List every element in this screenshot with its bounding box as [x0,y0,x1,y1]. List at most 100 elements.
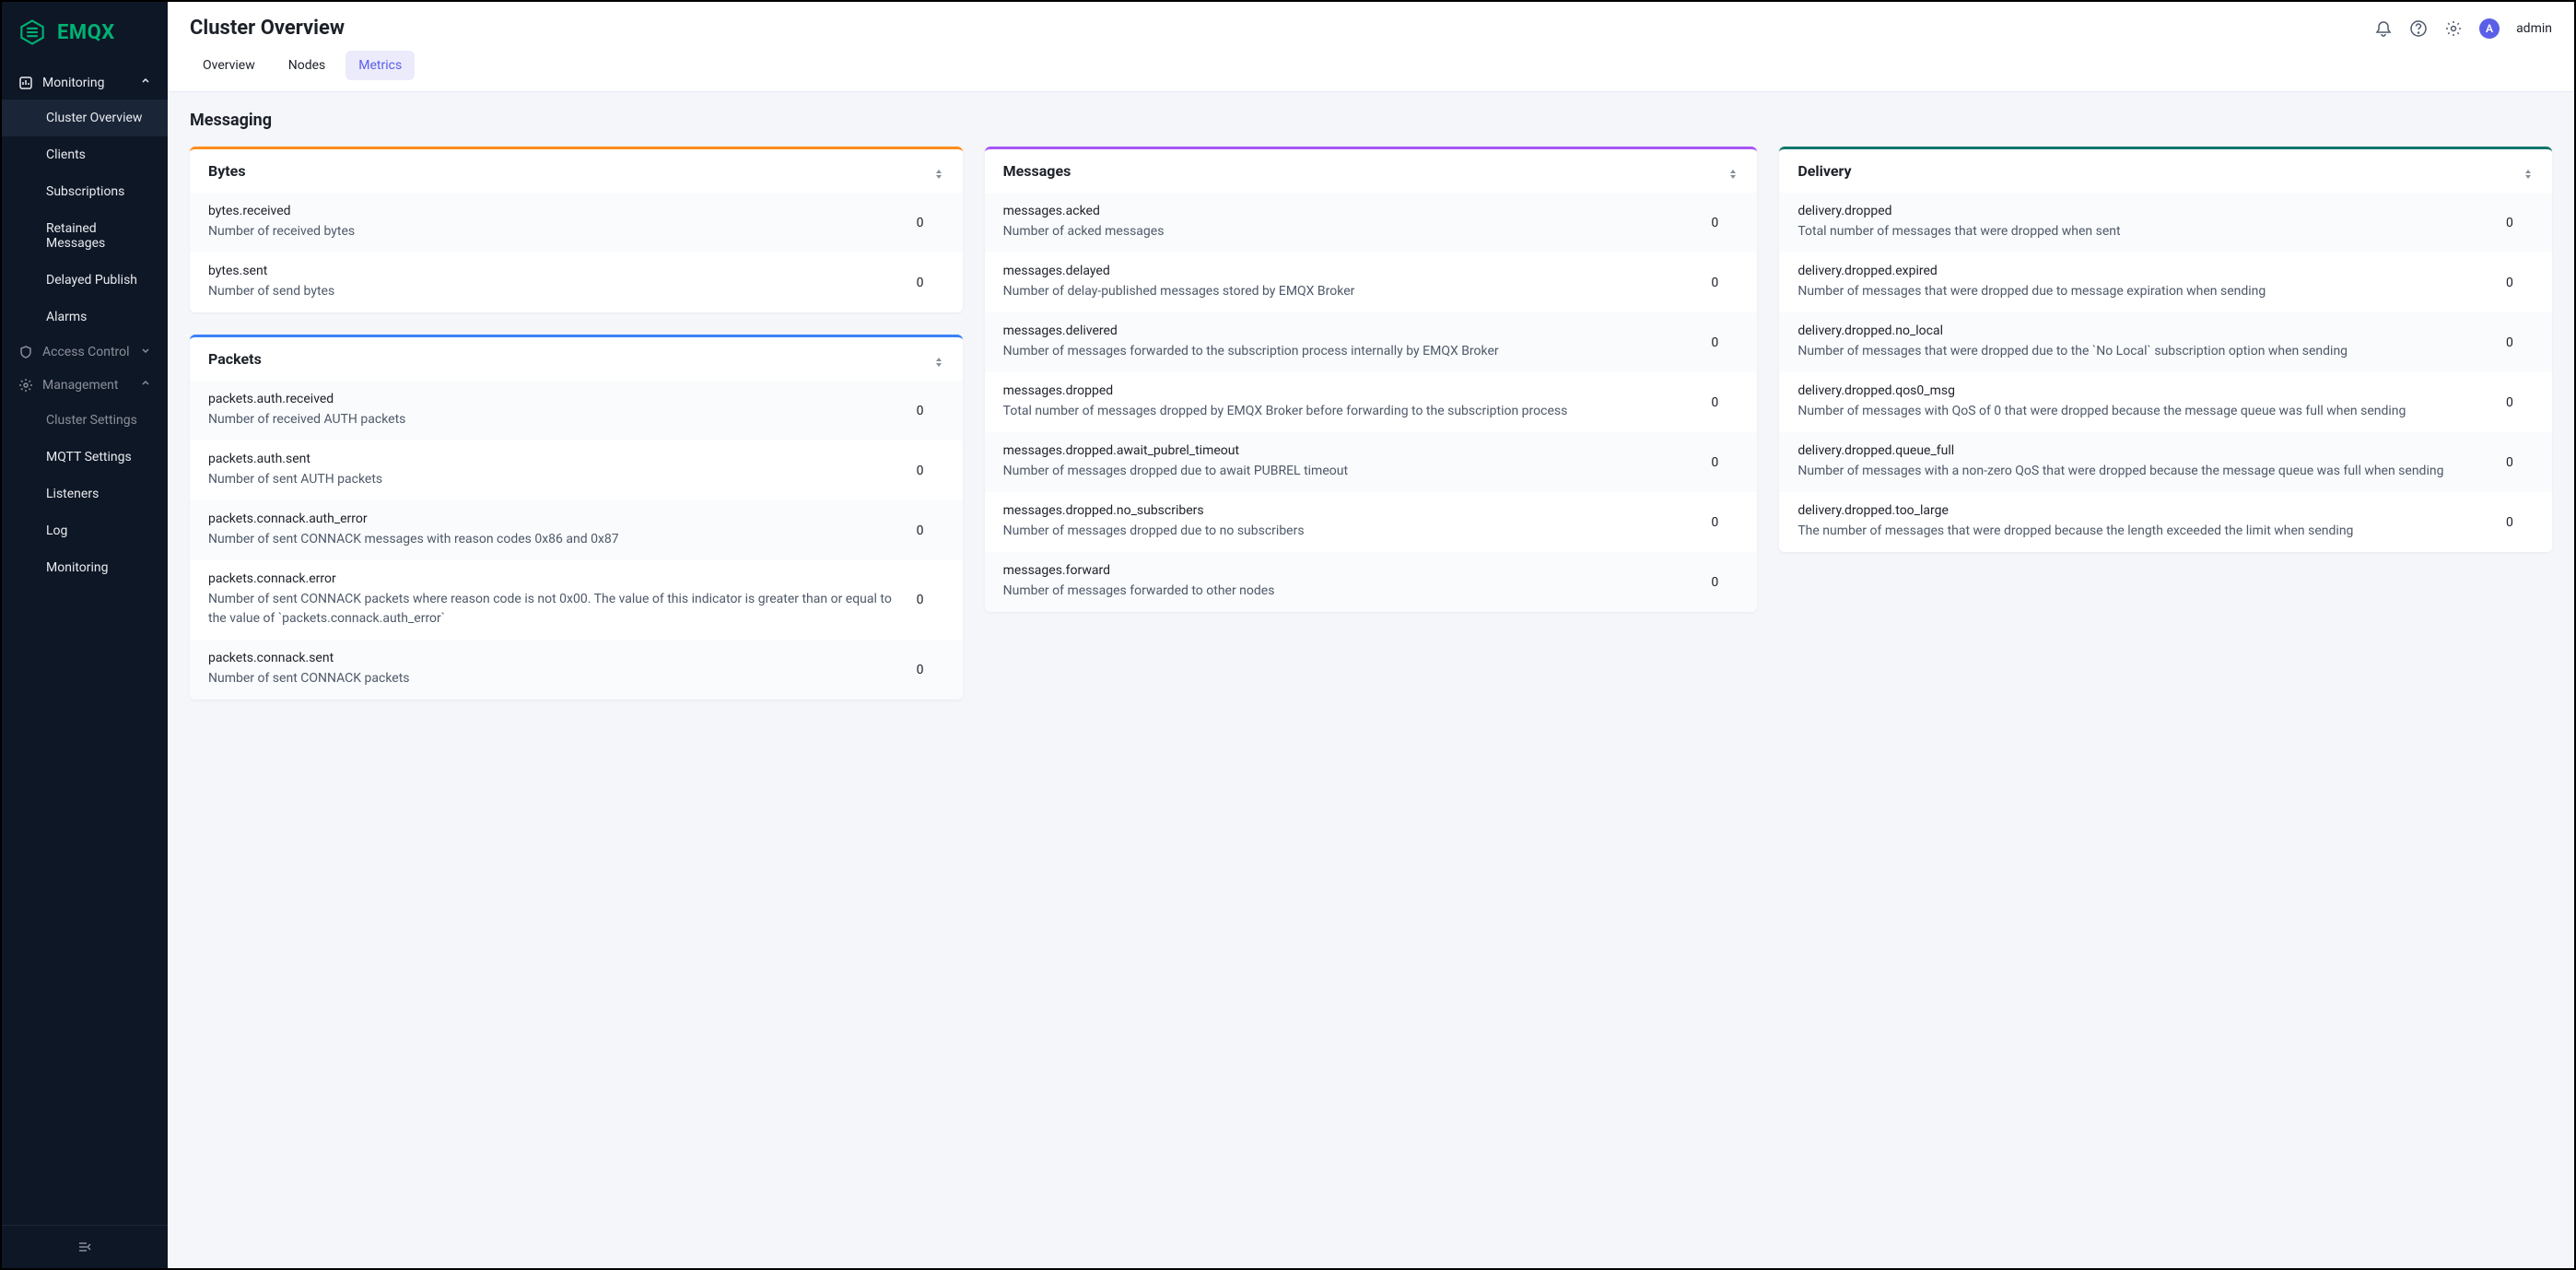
metric-value: 0 [1711,335,1739,350]
nav-group-access-control[interactable]: Access Control [2,335,168,369]
card-title: Bytes [208,162,246,180]
metric-name: messages.acked [1003,204,1697,218]
chevron-up-icon [140,378,151,393]
metric-desc: Number of messages with a non-zero QoS t… [1797,462,2491,481]
username[interactable]: admin [2516,21,2552,36]
metric-value: 0 [917,593,944,607]
metric-desc: Number of messages forwarded to other no… [1003,582,1697,601]
metric-name: delivery.dropped.no_local [1797,323,2491,338]
metric-row: packets.auth.sentNumber of sent AUTH pac… [190,441,963,500]
metric-desc: Number of send bytes [208,282,902,301]
metric-desc: The number of messages that were dropped… [1797,522,2491,541]
metric-row: messages.forward Number of messages forwa… [985,552,1758,612]
metric-desc: Number of sent CONNACK packets where rea… [208,590,902,629]
metric-desc: Number of acked messages [1003,222,1697,241]
metric-value: 0 [2506,335,2534,350]
chevron-down-icon [140,345,151,359]
metric-row: bytes.received Number of received bytes 0 [190,193,963,253]
metric-row: delivery.dropped.qos0_msg Number of messa… [1779,372,2552,432]
metric-row: packets.auth.received Number of received … [190,381,963,441]
metric-row: messages.acked Number of acked messages 0 [985,193,1758,253]
metric-value: 0 [1711,216,1739,230]
metric-desc: Number of messages with QoS of 0 that we… [1797,402,2491,421]
metric-name: packets.auth.sent [208,452,902,466]
metric-value: 0 [2506,276,2534,290]
nav-group-label: Monitoring [42,76,105,90]
metric-name: messages.dropped [1003,383,1697,398]
sidebar-item-cluster-settings[interactable]: Cluster Settings [2,402,168,439]
tab-nodes[interactable]: Nodes [275,51,339,80]
metric-name: messages.dropped.no_subscribers [1003,503,1697,518]
sort-icon[interactable] [933,354,944,365]
sidebar-item-subscriptions[interactable]: Subscriptions [2,173,168,210]
metric-row: delivery.dropped.expiredNumber of messag… [1779,253,2552,312]
metric-value: 0 [917,276,944,290]
metric-value: 0 [2506,515,2534,530]
metric-name: messages.delayed [1003,264,1697,278]
logo-icon [18,18,46,46]
sidebar-item-monitoring-settings[interactable]: Monitoring [2,549,168,586]
card-delivery: Delivery delivery.droppedTotal number of… [1779,147,2552,552]
nav-group-label: Access Control [42,345,130,359]
sidebar-item-log[interactable]: Log [2,512,168,549]
sidebar-item-retained-messages[interactable]: Retained Messages [2,210,168,262]
sidebar: EMQX Monitoring Cluster Overview Clients… [2,2,168,1268]
metric-desc: Total number of messages that were dropp… [1797,222,2491,241]
metric-desc: Number of received AUTH packets [208,410,902,429]
metric-value: 0 [917,523,944,538]
metric-value: 0 [1711,455,1739,470]
metric-name: delivery.dropped.qos0_msg [1797,383,2491,398]
collapse-sidebar-button[interactable] [76,1239,93,1255]
metric-value: 0 [1711,276,1739,290]
sidebar-item-alarms[interactable]: Alarms [2,299,168,335]
metric-row: delivery.dropped.too_largeThe number of … [1779,492,2552,552]
sort-icon[interactable] [933,166,944,177]
metric-name: messages.forward [1003,563,1697,578]
sort-icon[interactable] [1727,166,1739,177]
sidebar-item-mqtt-settings[interactable]: MQTT Settings [2,439,168,476]
tabs: Overview Nodes Metrics [168,51,2574,91]
metric-row: messages.dropped.await_pubrel_timeoutNum… [985,432,1758,492]
metric-name: bytes.received [208,204,902,218]
avatar[interactable]: A [2479,18,2500,39]
metric-row: delivery.dropped.queue_full Number of mes… [1779,432,2552,492]
settings-icon[interactable] [2444,19,2463,38]
sidebar-item-delayed-publish[interactable]: Delayed Publish [2,262,168,299]
gear-icon [18,378,33,393]
section-title: Messaging [190,111,2552,130]
metric-desc: Number of sent CONNACK messages with rea… [208,530,902,549]
metric-value: 0 [2506,395,2534,410]
metric-row: messages.droppedTotal number of messages… [985,372,1758,432]
sidebar-item-cluster-overview[interactable]: Cluster Overview [2,100,168,136]
help-icon[interactable] [2409,19,2428,38]
metric-value: 0 [917,216,944,230]
main: Cluster Overview A admin Overview [168,2,2574,1268]
card-title: Packets [208,350,262,368]
metric-name: bytes.sent [208,264,902,278]
metric-row: packets.connack.sentNumber of sent CONNA… [190,640,963,700]
logo[interactable]: EMQX [2,2,168,66]
sort-icon[interactable] [2523,166,2534,177]
metric-name: packets.auth.received [208,392,902,406]
nav-group-monitoring[interactable]: Monitoring [2,66,168,100]
metric-desc: Number of messages dropped due to no sub… [1003,522,1697,541]
metric-value: 0 [917,663,944,677]
nav-group-management[interactable]: Management [2,369,168,402]
bell-icon[interactable] [2374,19,2393,38]
metric-value: 0 [1711,395,1739,410]
nav: Monitoring Cluster Overview Clients Subs… [2,66,168,1225]
metric-name: delivery.dropped.queue_full [1797,443,2491,458]
metric-desc: Number of received bytes [208,222,902,241]
tab-overview[interactable]: Overview [190,51,268,80]
metric-desc: Number of messages forwarded to the subs… [1003,342,1697,361]
metric-row: messages.delayedNumber of delay-publishe… [985,253,1758,312]
shield-icon [18,345,33,359]
metric-row: delivery.dropped.no_localNumber of messa… [1779,312,2552,372]
sidebar-item-clients[interactable]: Clients [2,136,168,173]
page-title: Cluster Overview [190,17,345,40]
header: Cluster Overview A admin Overview [168,2,2574,92]
metric-row: packets.connack.errorNumber of sent CONN… [190,560,963,640]
card-title: Delivery [1797,162,1851,180]
sidebar-item-listeners[interactable]: Listeners [2,476,168,512]
tab-metrics[interactable]: Metrics [345,51,415,80]
